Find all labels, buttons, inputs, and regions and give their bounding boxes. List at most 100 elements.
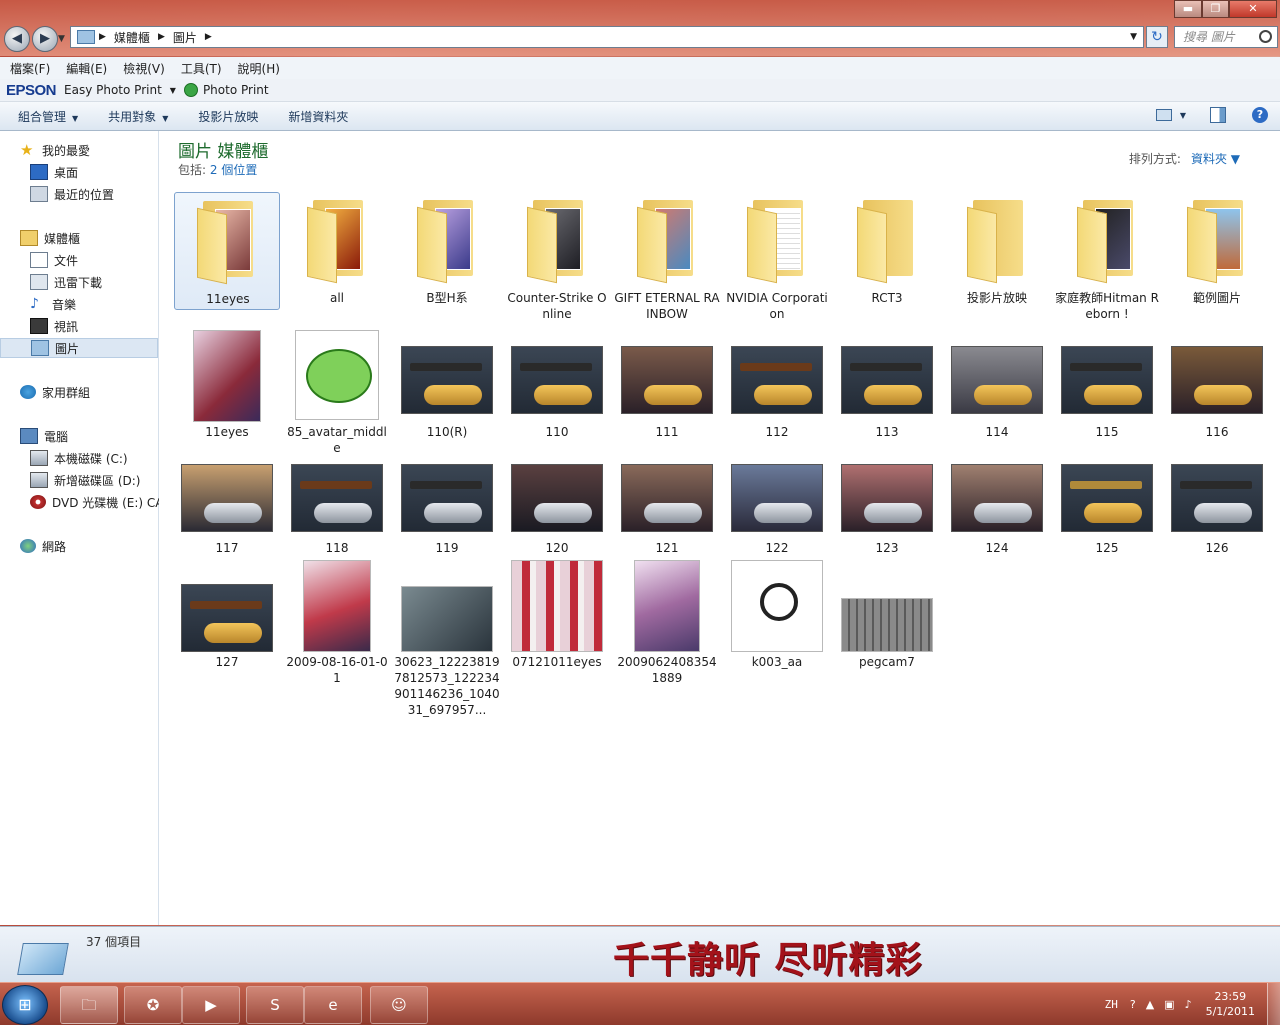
new-folder-button[interactable]: 新增資料夾 — [288, 108, 348, 125]
item-label: 125 — [1095, 541, 1119, 555]
image-item[interactable]: 113 — [834, 324, 940, 442]
image-item[interactable]: 115 — [1054, 324, 1160, 442]
folder-item[interactable]: GIFT ETERNAL RAINBOW — [614, 192, 720, 321]
chevron-right-icon[interactable]: ▶ — [158, 32, 165, 42]
folder-item[interactable]: 投影片放映 — [944, 192, 1050, 310]
image-item[interactable]: 117 — [174, 442, 280, 560]
item-label: 117 — [215, 541, 239, 555]
library-includes: 包括: 2 個位置 — [178, 161, 257, 178]
chevron-up-icon[interactable]: ▲ — [1146, 998, 1154, 1011]
nav-homegroup[interactable]: 家用群組 — [0, 382, 178, 402]
folder-item[interactable]: 範例圖片 — [1164, 192, 1270, 310]
easy-photo-print-button[interactable]: Easy Photo Print — [64, 83, 162, 97]
clock[interactable]: 23:59 5/1/2011 — [1206, 989, 1255, 1019]
menu-edit[interactable]: 編輯(E) — [66, 60, 113, 77]
item-count: 37 個項目 — [86, 935, 142, 949]
help-icon[interactable]: ? — [1130, 998, 1136, 1011]
minimize-button[interactable]: ▬ — [1174, 0, 1202, 18]
menu-view[interactable]: 檢視(V) — [123, 60, 171, 77]
address-dropdown-icon[interactable]: ▼ — [1130, 32, 1137, 42]
folder-item[interactable]: B型H系 — [394, 192, 500, 310]
image-item[interactable]: 30623_122238197812573_122234901146236_10… — [394, 556, 500, 717]
breadcrumb-pictures[interactable]: 圖片 — [173, 29, 197, 46]
menu-help[interactable]: 說明(H) — [238, 60, 286, 77]
change-view-icon[interactable] — [1155, 109, 1172, 121]
epson-toolbar: EPSON Easy Photo Print ▼ Photo Print — [0, 79, 1280, 102]
file-list-pane[interactable]: 圖片 媒體櫃 包括: 2 個位置 排列方式: 資料夾 ▼ 11eyes all B… — [159, 131, 1280, 925]
folder-item[interactable]: 家庭教師Hitman Reborn ! — [1054, 192, 1160, 321]
image-item[interactable]: 11eyes — [174, 324, 280, 442]
image-item[interactable]: 110 — [504, 324, 610, 442]
back-button[interactable]: ◀ — [4, 26, 30, 52]
menu-file[interactable]: 檔案(F) — [10, 60, 56, 77]
arrange-by-dropdown[interactable]: 資料夾 ▼ — [1191, 152, 1240, 166]
chevron-right-icon[interactable]: ▶ — [99, 32, 106, 42]
image-item[interactable]: 122 — [724, 442, 830, 560]
image-item[interactable]: 111 — [614, 324, 720, 442]
image-item[interactable]: 114 — [944, 324, 1050, 442]
chevron-down-icon[interactable]: ▼ — [1180, 111, 1186, 120]
image-item[interactable]: 85_avatar_middle — [284, 324, 390, 455]
network-icon[interactable]: ▣ — [1164, 998, 1174, 1011]
folder-item[interactable]: RCT3 — [834, 192, 940, 310]
nav-pictures[interactable]: 圖片 — [0, 338, 158, 358]
slideshow-button[interactable]: 投影片放映 — [198, 108, 258, 125]
photo-print-button[interactable]: Photo Print — [203, 83, 269, 97]
refresh-button[interactable]: ↻ — [1146, 26, 1168, 48]
help-icon[interactable]: ? — [1252, 107, 1268, 123]
image-item[interactable]: 126 — [1164, 442, 1270, 560]
image-item[interactable]: 20090624083541889 — [614, 556, 720, 685]
folder-item[interactable]: all — [284, 192, 390, 310]
preview-pane-icon[interactable] — [1210, 107, 1226, 123]
organize-button[interactable]: 組合管理 ▼ — [18, 108, 78, 125]
image-item[interactable]: 124 — [944, 442, 1050, 560]
item-label: 110(R) — [426, 425, 468, 439]
address-bar[interactable]: ▶ 媒體櫃 ▶ 圖片 ▶ ▼ — [70, 26, 1144, 48]
volume-icon[interactable]: ♪ — [1185, 998, 1192, 1011]
recent-pages-dropdown[interactable]: ▼ — [58, 34, 65, 44]
search-input[interactable]: 搜尋 圖片 — [1174, 26, 1278, 48]
nav-computer[interactable]: 電腦 — [0, 426, 178, 446]
chevron-right-icon[interactable]: ▶ — [205, 32, 212, 42]
chevron-down-icon: ▼ — [162, 113, 169, 123]
messenger-taskbar-icon[interactable]: ☺ — [370, 986, 428, 1024]
start-button[interactable]: ⊞ — [2, 985, 48, 1025]
image-item[interactable]: 125 — [1054, 442, 1160, 560]
image-item[interactable]: pegcam7 — [834, 556, 940, 674]
image-item[interactable]: 118 — [284, 442, 390, 560]
skype-taskbar-icon[interactable]: S — [246, 986, 304, 1024]
close-button[interactable]: ✕ — [1229, 0, 1277, 18]
internet-explorer-taskbar-icon[interactable]: e — [304, 986, 362, 1024]
nav-label: 音樂 — [52, 297, 77, 312]
image-item[interactable]: 2009-08-16-01-01 — [284, 556, 390, 685]
forward-button[interactable]: ▶ — [32, 26, 58, 52]
image-item[interactable]: k003_aa — [724, 556, 830, 674]
image-item[interactable]: 112 — [724, 324, 830, 442]
image-item[interactable]: 07121011eyes — [504, 556, 610, 674]
image-item[interactable]: 123 — [834, 442, 940, 560]
folder-item[interactable]: 11eyes — [174, 192, 280, 310]
includes-locations-link[interactable]: 2 個位置 — [210, 163, 257, 177]
nav-favorites[interactable]: ★ 我的最愛 — [0, 140, 178, 160]
nav-libraries[interactable]: 媒體櫃 — [0, 228, 178, 248]
image-item[interactable]: 120 — [504, 442, 610, 560]
nav-network[interactable]: 網路 — [0, 536, 178, 556]
menu-tools[interactable]: 工具(T) — [181, 60, 228, 77]
image-item[interactable]: 116 — [1164, 324, 1270, 442]
explorer-taskbar-icon[interactable]: 🗀 — [60, 986, 118, 1024]
image-item[interactable]: 119 — [394, 442, 500, 560]
image-item[interactable]: 110(R) — [394, 324, 500, 442]
image-item[interactable]: 127 — [174, 556, 280, 674]
show-desktop-button[interactable] — [1267, 983, 1280, 1025]
image-thumbnail — [303, 560, 371, 652]
share-button[interactable]: 共用對象 ▼ — [108, 108, 168, 125]
folder-item[interactable]: NVIDIA Corporation — [724, 192, 830, 321]
breadcrumb-libraries[interactable]: 媒體櫃 — [114, 29, 150, 46]
image-item[interactable]: 121 — [614, 442, 720, 560]
maximize-button[interactable]: ❐ — [1202, 0, 1229, 18]
language-indicator[interactable]: ZH — [1105, 998, 1118, 1011]
media-player-taskbar-icon[interactable]: ▶ — [182, 986, 240, 1024]
chevron-down-icon[interactable]: ▼ — [170, 86, 176, 95]
folder-item[interactable]: Counter-Strike Online — [504, 192, 610, 321]
counter-strike-taskbar-icon[interactable]: ✪ — [124, 986, 182, 1024]
